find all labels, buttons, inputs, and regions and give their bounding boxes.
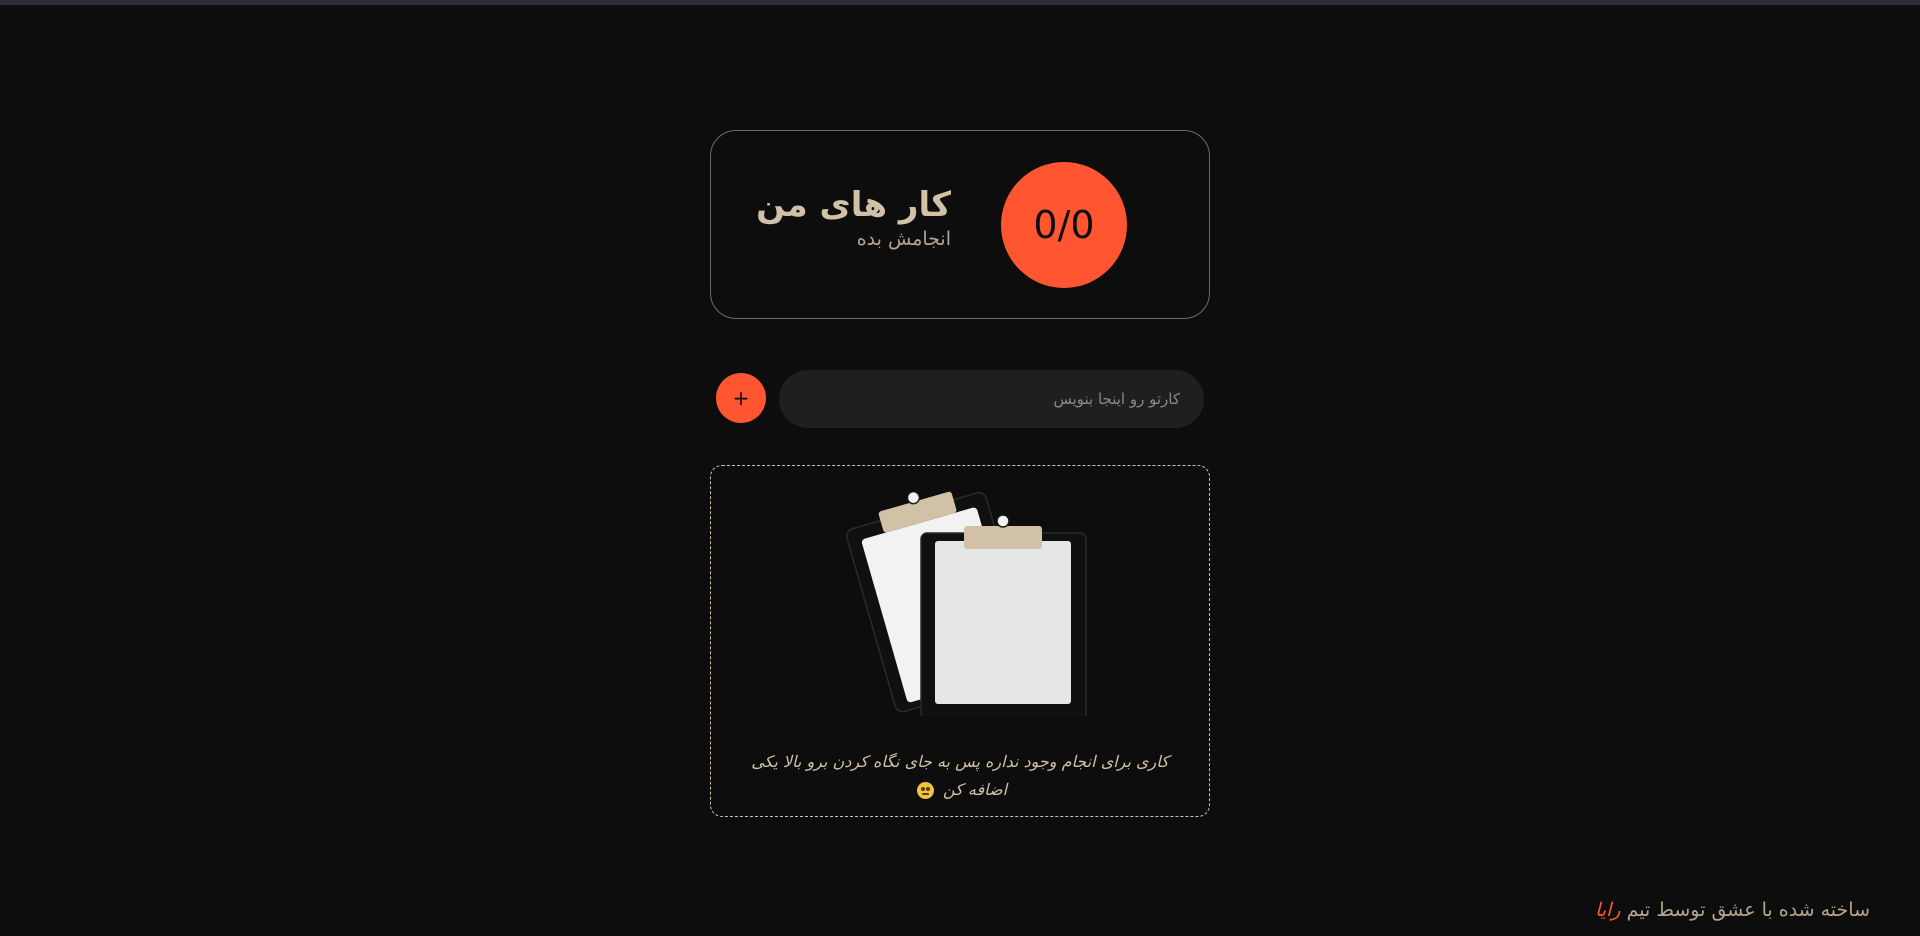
empty-state-box: کاری برای انجام وجود نداره پس به جای نگا… [710,465,1210,817]
grimacing-face-icon [916,782,934,799]
progress-counter-text: 0/0 [1033,203,1095,247]
progress-counter-circle: 0/0 [1001,162,1127,288]
summary-card: 0/0 کار های من انجامش بده [710,130,1210,319]
footer-text: ساخته شده با عشق توسط تیم [1626,899,1870,921]
add-task-button[interactable]: + [716,373,766,423]
task-input[interactable] [779,370,1204,428]
empty-state-message: کاری برای انجام وجود نداره پس به جای نگا… [731,748,1189,804]
title-block: کار های من انجامش بده [756,185,951,251]
footer-credit: ساخته شده با عشق توسط تیم رایا [1595,899,1870,921]
clipboards-icon [846,490,1087,716]
footer-team-name: رایا [1595,899,1621,921]
window-top-strip [0,0,1920,5]
empty-state-text: کاری برای انجام وجود نداره پس به جای نگا… [751,752,1169,799]
page-subtitle: انجامش بده [856,228,951,251]
plus-icon: + [732,386,750,410]
page-title: کار های من [756,185,951,225]
